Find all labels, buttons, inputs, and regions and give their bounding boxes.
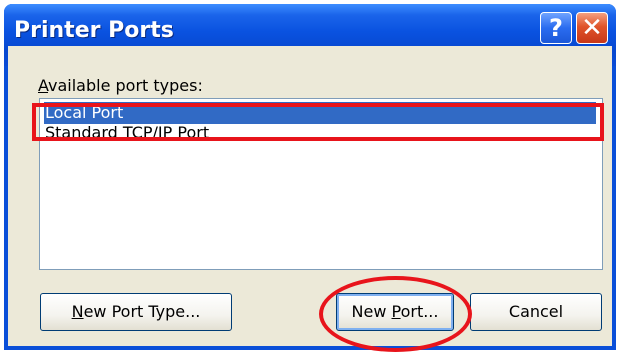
new-port-type-button[interactable]: New Port Type... bbox=[40, 293, 232, 331]
new-port-type-hotkey: N bbox=[71, 302, 84, 321]
port-types-listbox[interactable]: Local Port Standard TCP/IP Port bbox=[39, 98, 603, 270]
help-icon: ? bbox=[549, 14, 563, 42]
new-port-label-prefix: New bbox=[351, 302, 392, 321]
dialog-body: Available port types: Local Port Standar… bbox=[8, 46, 612, 352]
new-port-type-label-rest: ew Port Type... bbox=[83, 302, 201, 321]
available-port-types-label: Available port types: bbox=[38, 76, 203, 95]
available-label-hotkey: A bbox=[38, 76, 49, 95]
printer-ports-dialog: Printer Ports ? ✕ Available port types: … bbox=[4, 4, 616, 352]
help-button[interactable]: ? bbox=[540, 12, 572, 44]
new-port-label-rest: ort... bbox=[400, 302, 439, 321]
cancel-button[interactable]: Cancel bbox=[470, 293, 602, 331]
close-icon: ✕ bbox=[581, 13, 603, 43]
available-label-rest: vailable port types: bbox=[48, 76, 203, 95]
close-button[interactable]: ✕ bbox=[576, 12, 608, 44]
window-title: Printer Ports bbox=[14, 18, 174, 43]
list-item-standard-tcpip-port[interactable]: Standard TCP/IP Port bbox=[44, 122, 209, 144]
list-item-local-port[interactable]: Local Port bbox=[44, 102, 596, 124]
new-port-hotkey: P bbox=[391, 302, 401, 321]
new-port-button[interactable]: New Port... bbox=[336, 293, 454, 331]
